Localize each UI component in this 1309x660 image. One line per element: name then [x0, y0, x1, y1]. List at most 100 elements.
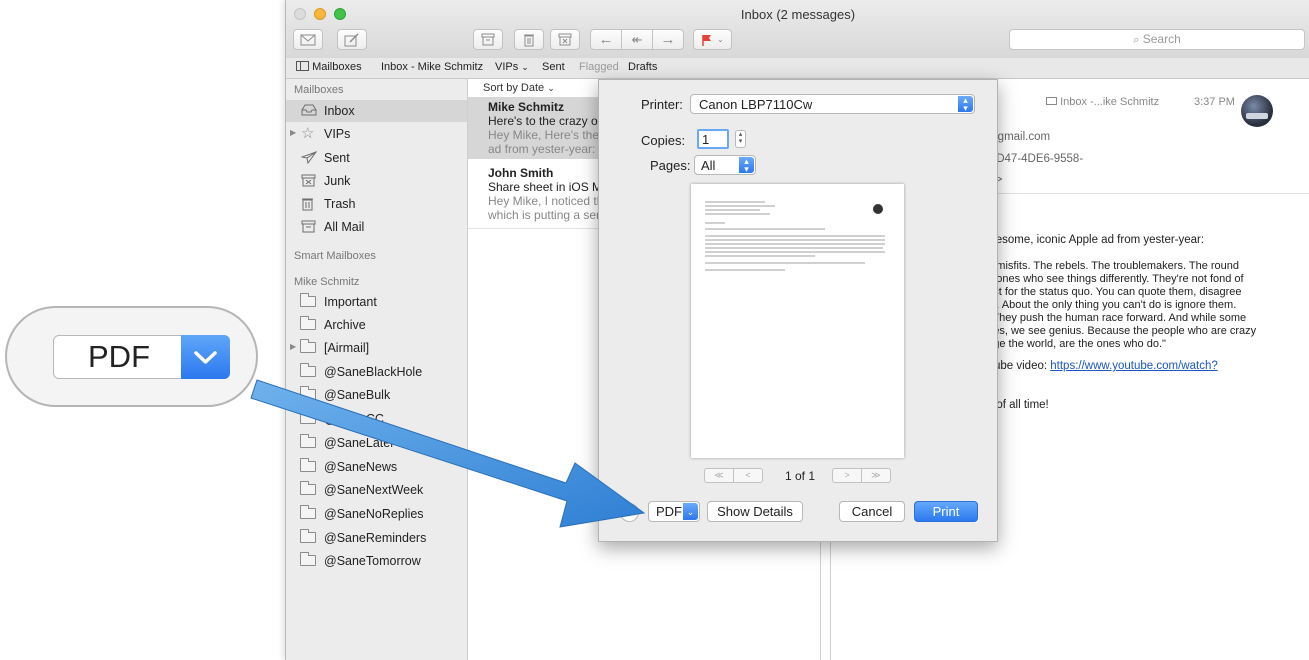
folder-icon: [300, 293, 316, 307]
pages-select[interactable]: All ▴ ▾: [694, 155, 756, 175]
reply-button[interactable]: ←: [590, 29, 622, 50]
sidebar-item-junk[interactable]: Junk: [286, 170, 467, 192]
sidebar-item-trash[interactable]: Trash: [286, 193, 467, 215]
youtube-link[interactable]: https://www.youtube.com/watch?: [1050, 360, 1217, 372]
folder-icon: [300, 386, 316, 400]
sidebar-item-folder[interactable]: @SaneCC: [286, 408, 467, 430]
sidebar-item-folder[interactable]: Archive: [286, 314, 467, 336]
sidebar-item-sent[interactable]: Sent: [286, 147, 467, 169]
folder-icon: [300, 529, 316, 543]
compose-button[interactable]: [337, 29, 367, 50]
inbox-icon: [301, 104, 317, 117]
search-placeholder: Search: [1142, 32, 1181, 46]
help-button[interactable]: ?: [620, 503, 639, 522]
cancel-button[interactable]: Cancel: [839, 501, 905, 522]
sidebar-item-all-mail[interactable]: All Mail: [286, 216, 467, 238]
favorites-drafts[interactable]: Drafts: [628, 61, 657, 73]
star-icon: ☆: [301, 125, 315, 142]
previous-page-button[interactable]: <: [733, 468, 763, 483]
trash-icon: [301, 197, 317, 211]
favorites-mailboxes[interactable]: Mailboxes: [296, 61, 362, 73]
page-preview: [691, 184, 904, 458]
copies-field[interactable]: 1: [697, 129, 729, 149]
header-divider: [981, 193, 1309, 194]
flag-button[interactable]: ⌄: [693, 29, 732, 50]
disclosure-triangle-icon[interactable]: ▶: [290, 128, 296, 137]
mailbox-tag: Inbox -...ike Schmitz: [1046, 96, 1159, 108]
archive-button[interactable]: [473, 29, 503, 50]
sort-by-date-menu[interactable]: Sort by Date ⌄: [483, 82, 555, 94]
junk-icon: [301, 174, 317, 187]
trash-icon: [524, 34, 534, 46]
favorites-vips[interactable]: VIPs ⌄: [495, 61, 529, 73]
printer-label: Printer:: [641, 97, 683, 112]
flag-icon: [702, 34, 712, 46]
envelope-icon: [300, 34, 316, 45]
select-arrows-icon: ▴ ▾: [958, 96, 973, 113]
disclosure-triangle-icon[interactable]: ▶: [290, 342, 296, 351]
copies-stepper[interactable]: ▴ ▾: [735, 130, 746, 148]
get-mail-button[interactable]: [293, 29, 323, 50]
sidebar-item-folder[interactable]: @SaneNews: [286, 456, 467, 478]
chevron-down-icon: ⌄: [683, 503, 698, 520]
search-icon: ⌕: [1133, 34, 1140, 46]
chevron-down-icon: [181, 335, 230, 379]
pdf-menu-button[interactable]: PDF ⌄: [648, 501, 700, 522]
search-field[interactable]: ⌕ Search: [1009, 29, 1305, 50]
printer-select[interactable]: Canon LBP7110Cw ▴ ▾: [690, 94, 975, 114]
folder-icon: [300, 363, 316, 377]
message-subject: Share sheet in iOS Mail: [488, 180, 615, 194]
folder-icon: [300, 316, 316, 330]
sidebar-item-folder[interactable]: @SaneBlackHole: [286, 361, 467, 383]
sidebar-item-folder[interactable]: @SaneBulk: [286, 384, 467, 406]
chevron-down-icon: ⌄: [717, 35, 724, 44]
folder-icon: [300, 434, 316, 448]
compose-icon: [344, 32, 359, 46]
page-indicator: 1 of 1: [785, 469, 816, 483]
message-sender: Mike Schmitz: [488, 100, 565, 114]
sidebar-item-inbox[interactable]: Inbox: [286, 100, 467, 122]
title-bar: Inbox (2 messages) ← ↞ → ⌄ ⌕ Search: [286, 0, 1309, 59]
body-link-line: uTube video: https://www.youtube.com/wat…: [981, 360, 1218, 372]
favorites-inbox[interactable]: Inbox - Mike Schmitz: [381, 61, 483, 73]
body-text: pect for the status quo. You can quote t…: [981, 286, 1242, 298]
next-page-button[interactable]: >: [832, 468, 862, 483]
sidebar-item-folder[interactable]: @SaneNextWeek: [286, 479, 467, 501]
folder-icon: [300, 552, 316, 566]
forward-button[interactable]: →: [652, 29, 684, 50]
header-line: -3D47-4DE6-9558-: [986, 153, 1084, 165]
sidebar: Mailboxes Inbox ▶ ☆ VIPs Sent Junk Trash…: [286, 79, 468, 660]
sidebar-item-folder[interactable]: @SaneReminders: [286, 527, 467, 549]
print-dialog: Printer: Canon LBP7110Cw ▴ ▾ Copies: 1 ▴ ▾…: [598, 79, 998, 542]
pages-label: Pages:: [650, 158, 691, 173]
show-details-button[interactable]: Show Details: [707, 501, 803, 522]
archive-box-icon: [301, 220, 317, 233]
first-page-button[interactable]: ≪: [704, 468, 734, 483]
sidebar-item-folder[interactable]: @SaneTomorrow: [286, 550, 467, 572]
pdf-callout: PDF: [5, 306, 258, 407]
sidebar-toggle-icon: [296, 61, 309, 71]
favorites-sent[interactable]: Sent: [542, 61, 565, 73]
delete-button[interactable]: [514, 29, 544, 50]
sidebar-item-folder[interactable]: @SaneNoReplies: [286, 503, 467, 525]
folder-icon: [300, 505, 316, 519]
select-arrows-icon: ▴ ▾: [739, 157, 754, 174]
last-page-button[interactable]: ≫: [861, 468, 891, 483]
folder-icon: [300, 458, 316, 472]
body-text: s. They push the human race forward. And…: [981, 312, 1247, 324]
message-time: 3:37 PM: [1194, 96, 1235, 108]
body-text: he misfits. The rebels. The troublemaker…: [981, 260, 1240, 272]
avatar: [1241, 95, 1273, 127]
sidebar-item-folder[interactable]: Important: [286, 291, 467, 313]
paper-plane-icon: [300, 150, 318, 165]
sidebar-item-folder[interactable]: ▶ [Airmail]: [286, 337, 467, 359]
sidebar-section-mailboxes: Mailboxes: [294, 84, 344, 96]
print-button[interactable]: Print: [914, 501, 978, 522]
sidebar-item-folder[interactable]: @SaneLater: [286, 432, 467, 454]
favorites-bar: Mailboxes Inbox - Mike Schmitz VIPs ⌄ Se…: [286, 58, 1309, 79]
junk-button[interactable]: [550, 29, 580, 50]
folder-icon: [300, 339, 316, 353]
sidebar-item-vips[interactable]: ▶ ☆ VIPs: [286, 123, 467, 145]
favorites-flagged[interactable]: Flagged: [579, 61, 619, 73]
reply-all-button[interactable]: ↞: [621, 29, 653, 50]
